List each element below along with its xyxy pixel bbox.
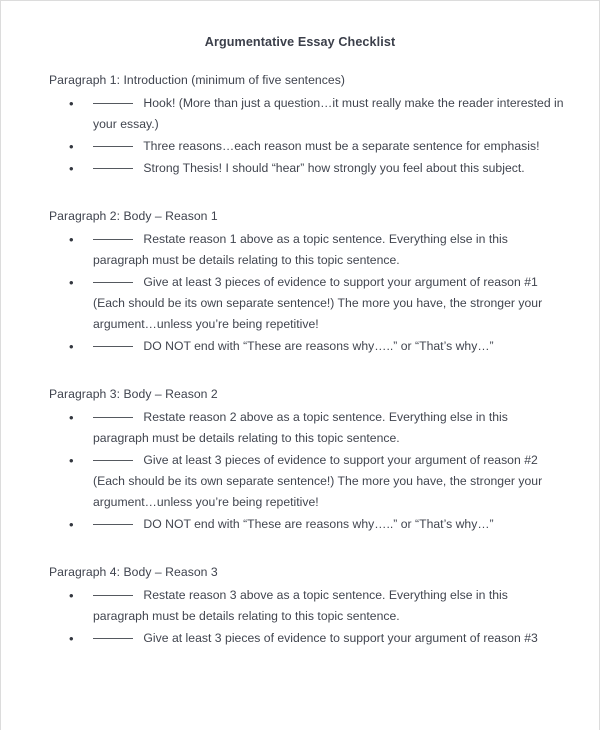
list-item-label: Hook! (More than just a question…it must…	[93, 96, 564, 131]
bullet-point-icon: •	[69, 517, 74, 532]
checklist-items: • Restate reason 2 above as a topic sent…	[35, 407, 565, 535]
blank-fill-line[interactable]	[93, 460, 133, 461]
list-item[interactable]: • Restate reason 1 above as a topic sent…	[35, 229, 565, 271]
list-item[interactable]: • DO NOT end with “These are reasons why…	[35, 336, 565, 357]
list-item[interactable]: • Hook! (More than just a question…it mu…	[35, 93, 565, 135]
section-paragraph-1: Paragraph 1: Introduction (minimum of fi…	[35, 73, 565, 179]
list-item-label: Give at least 3 pieces of evidence to su…	[93, 453, 543, 509]
section-paragraph-2: Paragraph 2: Body – Reason 1 • Restate r…	[35, 209, 565, 357]
bullet-point-icon: •	[69, 588, 74, 603]
section-heading: Paragraph 2: Body – Reason 1	[49, 209, 218, 223]
blank-fill-line[interactable]	[93, 146, 133, 147]
bullet-point-icon: •	[69, 339, 74, 354]
blank-fill-line[interactable]	[93, 417, 133, 418]
section-paragraph-3: Paragraph 3: Body – Reason 2 • Restate r…	[35, 387, 565, 535]
blank-fill-line[interactable]	[93, 103, 133, 104]
bullet-point-icon: •	[69, 161, 74, 176]
checklist-items: • Hook! (More than just a question…it mu…	[35, 93, 565, 179]
bullet-point-icon: •	[69, 275, 74, 290]
bullet-point-icon: •	[69, 232, 74, 247]
section-heading: Paragraph 1: Introduction (minimum of fi…	[49, 73, 345, 87]
document-page: Argumentative Essay Checklist Paragraph …	[0, 0, 600, 730]
list-item-label: Restate reason 3 above as a topic senten…	[93, 588, 508, 623]
list-item-label: Restate reason 1 above as a topic senten…	[93, 232, 508, 267]
list-item-label: DO NOT end with “These are reasons why….…	[143, 339, 494, 353]
list-item-label: Restate reason 2 above as a topic senten…	[93, 410, 508, 445]
bullet-point-icon: •	[69, 631, 74, 646]
blank-fill-line[interactable]	[93, 524, 133, 525]
bullet-point-icon: •	[69, 96, 74, 111]
list-item[interactable]: • Give at least 3 pieces of evidence to …	[35, 628, 565, 649]
section-paragraph-4: Paragraph 4: Body – Reason 3 • Restate r…	[35, 565, 565, 649]
bullet-point-icon: •	[69, 139, 74, 154]
section-heading: Paragraph 3: Body – Reason 2	[49, 387, 218, 401]
list-item-label: Give at least 3 pieces of evidence to su…	[143, 631, 538, 645]
list-item[interactable]: • Give at least 3 pieces of evidence to …	[35, 450, 565, 513]
list-item[interactable]: • Restate reason 2 above as a topic sent…	[35, 407, 565, 449]
blank-fill-line[interactable]	[93, 595, 133, 596]
list-item[interactable]: • Give at least 3 pieces of evidence to …	[35, 272, 565, 335]
blank-fill-line[interactable]	[93, 239, 133, 240]
list-item[interactable]: • DO NOT end with “These are reasons why…	[35, 514, 565, 535]
page-title: Argumentative Essay Checklist	[204, 35, 396, 49]
blank-fill-line[interactable]	[93, 638, 133, 639]
list-item-label: Give at least 3 pieces of evidence to su…	[93, 275, 543, 331]
blank-fill-line[interactable]	[93, 282, 133, 283]
list-item-label: Strong Thesis! I should “hear” how stron…	[143, 161, 525, 175]
list-item[interactable]: • Strong Thesis! I should “hear” how str…	[35, 158, 565, 179]
checklist-items: • Restate reason 1 above as a topic sent…	[35, 229, 565, 357]
checklist-items: • Restate reason 3 above as a topic sent…	[35, 585, 565, 649]
blank-fill-line[interactable]	[93, 168, 133, 169]
section-heading: Paragraph 4: Body – Reason 3	[49, 565, 218, 579]
bullet-point-icon: •	[69, 453, 74, 468]
bullet-point-icon: •	[69, 410, 74, 425]
blank-fill-line[interactable]	[93, 346, 133, 347]
list-item[interactable]: • Restate reason 3 above as a topic sent…	[35, 585, 565, 627]
list-item[interactable]: • Three reasons…each reason must be a se…	[35, 136, 565, 157]
list-item-label: DO NOT end with “These are reasons why….…	[143, 517, 494, 531]
list-item-label: Three reasons…each reason must be a sepa…	[143, 139, 540, 153]
